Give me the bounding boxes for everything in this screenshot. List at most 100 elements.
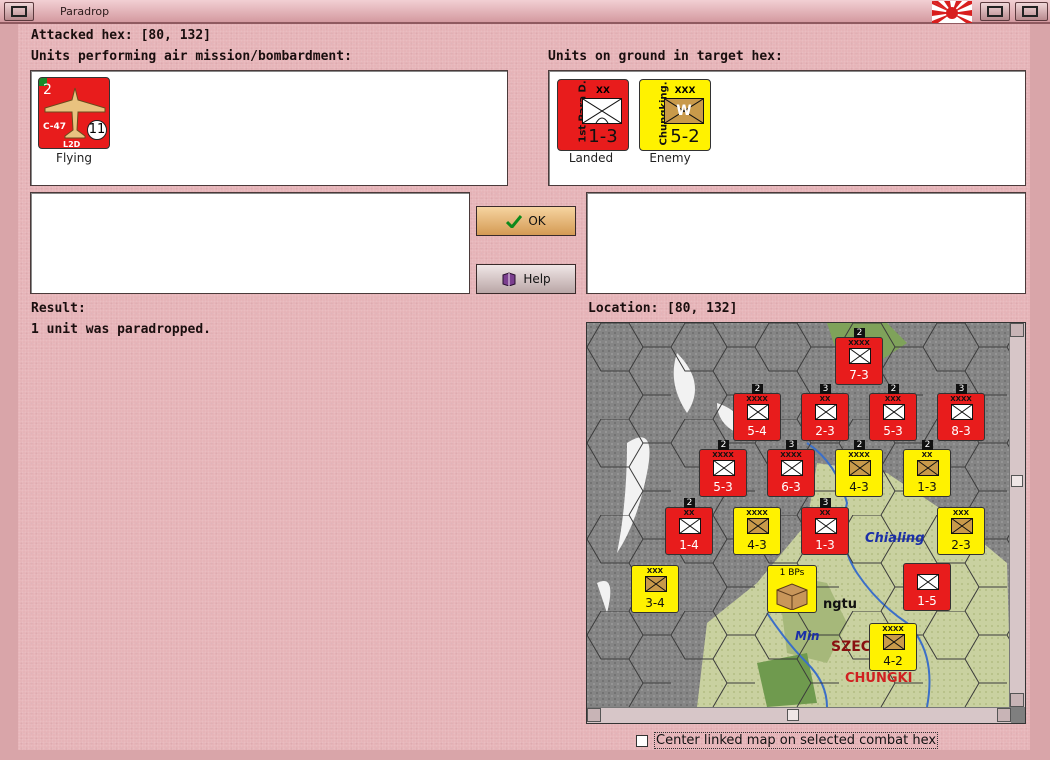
map-unit-strength: 7-3 — [849, 368, 869, 382]
map-label-chialing: Chialing — [865, 531, 925, 546]
vertical-scroll-thumb[interactable] — [1011, 475, 1023, 487]
warlord-symbol-icon: W — [664, 98, 704, 124]
map-unit-size: XX — [921, 451, 933, 459]
scroll-right-arrow-icon[interactable] — [997, 708, 1011, 722]
air-unit-steps: 2 — [43, 82, 52, 98]
map-supply-counter[interactable]: 1 BPs — [767, 565, 817, 613]
map-unit-strength: 4-2 — [883, 654, 903, 668]
window-restore-button[interactable] — [980, 2, 1010, 21]
map-unit-size: XX — [683, 509, 695, 517]
window-title: Paradrop — [60, 5, 110, 18]
ground-unit-status: Enemy — [649, 151, 691, 165]
map-unit-strength: 5-4 — [747, 424, 767, 438]
map-unit-counter[interactable]: XXXX 8-3 3 — [937, 384, 985, 441]
map-unit-counter[interactable]: XXXX 4-2 — [869, 623, 917, 671]
map-unit-counter[interactable]: 1-5 — [903, 563, 951, 611]
scroll-down-arrow-icon[interactable] — [1010, 693, 1024, 707]
map-unit-counter[interactable]: XXXX 5-4 2 — [733, 384, 781, 441]
window-titlebar: Paradrop — [0, 0, 1050, 24]
infantry-symbol-icon — [849, 460, 871, 476]
ground-unit-size: XX — [596, 86, 610, 96]
map-unit-counter[interactable]: XXXX 6-3 3 — [767, 440, 815, 497]
attacked-hex-label: Attacked hex: [80, 132] — [31, 28, 212, 43]
map-unit-strength: 1-5 — [917, 594, 937, 608]
map-unit-stack-badge: 2 — [752, 384, 763, 394]
map-unit-stack-badge: 3 — [820, 384, 831, 394]
center-map-option[interactable]: Center linked map on selected combat hex — [636, 732, 939, 749]
help-button[interactable]: Help — [476, 264, 576, 294]
map-unit-stack-badge: 3 — [786, 440, 797, 450]
map-unit-size: XXXX — [848, 451, 870, 459]
ground-unit-size: XXX — [674, 86, 696, 96]
map-label-region2: CHUNGKI — [845, 671, 913, 686]
map-unit-strength: 2-3 — [815, 424, 835, 438]
infantry-symbol-icon — [917, 460, 939, 476]
infantry-symbol-icon — [747, 518, 769, 534]
air-unit-status: Flying — [56, 151, 92, 165]
infantry-symbol-icon — [883, 634, 905, 650]
map-unit-counter[interactable]: XX 2-3 3 — [801, 384, 849, 441]
location-map[interactable]: Chialing ngtu Min SZEC CHUNGKI XXXX 7-3 2 X… — [586, 322, 1026, 724]
ground-unit-counter-para[interactable]: 1st Para D. XX 1-3 — [557, 79, 629, 151]
map-unit-stack-badge: 2 — [888, 384, 899, 394]
air-unit-counter[interactable]: 2 C-47 11 L2D — [38, 77, 110, 149]
map-unit-size: XXX — [646, 567, 664, 575]
map-unit-size: XX — [819, 395, 831, 403]
scroll-left-arrow-icon[interactable] — [587, 708, 601, 722]
air-unit-value: 11 — [87, 120, 107, 140]
infantry-symbol-icon — [883, 404, 905, 420]
map-unit-size: XXXX — [780, 451, 802, 459]
center-map-label[interactable]: Center linked map on selected combat hex — [654, 732, 939, 749]
infantry-symbol-icon — [815, 518, 837, 534]
ground-details-pane[interactable] — [586, 192, 1026, 294]
map-unit-strength: 5-3 — [713, 480, 733, 494]
map-unit-strength: 1-4 — [679, 538, 699, 552]
map-unit-counter[interactable]: XXXX 7-3 2 — [835, 328, 883, 385]
map-unit-counter[interactable]: XXXX 4-3 — [733, 507, 781, 555]
window-close-button[interactable] — [1015, 2, 1048, 21]
map-unit-size: XXXX — [746, 509, 768, 517]
map-unit-counter[interactable]: XX 1-3 3 — [801, 498, 849, 555]
map-unit-counter[interactable]: XX 1-4 2 — [665, 498, 713, 555]
air-units-pane[interactable]: 2 C-47 11 L2D Flying — [30, 70, 508, 186]
map-unit-counter[interactable]: XXXX 4-3 2 — [835, 440, 883, 497]
ground-unit-counter-chungking[interactable]: Chungking. XXX W 5-2 — [639, 79, 711, 151]
window-menu-button[interactable] — [4, 2, 34, 21]
map-unit-counter[interactable]: XXX 2-3 — [937, 507, 985, 555]
map-unit-strength: 3-4 — [645, 596, 665, 610]
ground-unit-status: Landed — [568, 151, 614, 165]
supply-crate-icon — [776, 583, 808, 610]
infantry-symbol-icon — [713, 460, 735, 476]
map-vertical-scrollbar[interactable] — [1009, 323, 1025, 707]
ground-units-pane[interactable]: 1st Para D. XX 1-3 Landed Chungking. XXX… — [548, 70, 1026, 186]
map-unit-strength: 2-3 — [951, 538, 971, 552]
map-unit-stack-badge: 2 — [718, 440, 729, 450]
infantry-symbol-icon — [951, 518, 973, 534]
air-details-pane[interactable] — [30, 192, 470, 294]
map-unit-counter[interactable]: XXXX 5-3 2 — [699, 440, 747, 497]
map-unit-size: XXXX — [746, 395, 768, 403]
ground-units-label: Units on ground in target hex: — [548, 49, 783, 64]
map-unit-counter[interactable]: XX 1-3 2 — [903, 440, 951, 497]
result-text: 1 unit was paradropped. — [31, 322, 212, 337]
air-unit-type: C-47 — [43, 122, 67, 132]
help-book-icon — [502, 272, 516, 286]
map-unit-counter[interactable]: XXX 3-4 — [631, 565, 679, 613]
map-unit-strength: 1-3 — [815, 538, 835, 552]
air-units-label: Units performing air mission/bombardment… — [31, 49, 352, 64]
map-unit-size: XX — [819, 509, 831, 517]
ground-unit-strength: 5-2 — [670, 126, 700, 147]
infantry-symbol-icon — [951, 404, 973, 420]
map-unit-size: XXXX — [882, 625, 904, 633]
center-map-checkbox[interactable] — [636, 734, 648, 747]
map-unit-strength: 5-3 — [883, 424, 903, 438]
scroll-up-arrow-icon[interactable] — [1010, 323, 1024, 337]
map-horizontal-scrollbar[interactable] — [587, 707, 1011, 723]
map-label-region: SZEC — [831, 639, 872, 655]
map-unit-stack-badge: 2 — [854, 440, 865, 450]
result-label: Result: — [31, 301, 86, 316]
map-unit-counter[interactable]: XXX 5-3 2 — [869, 384, 917, 441]
ok-button[interactable]: OK — [476, 206, 576, 236]
horizontal-scroll-thumb[interactable] — [787, 709, 799, 721]
infantry-symbol-icon — [917, 574, 939, 590]
